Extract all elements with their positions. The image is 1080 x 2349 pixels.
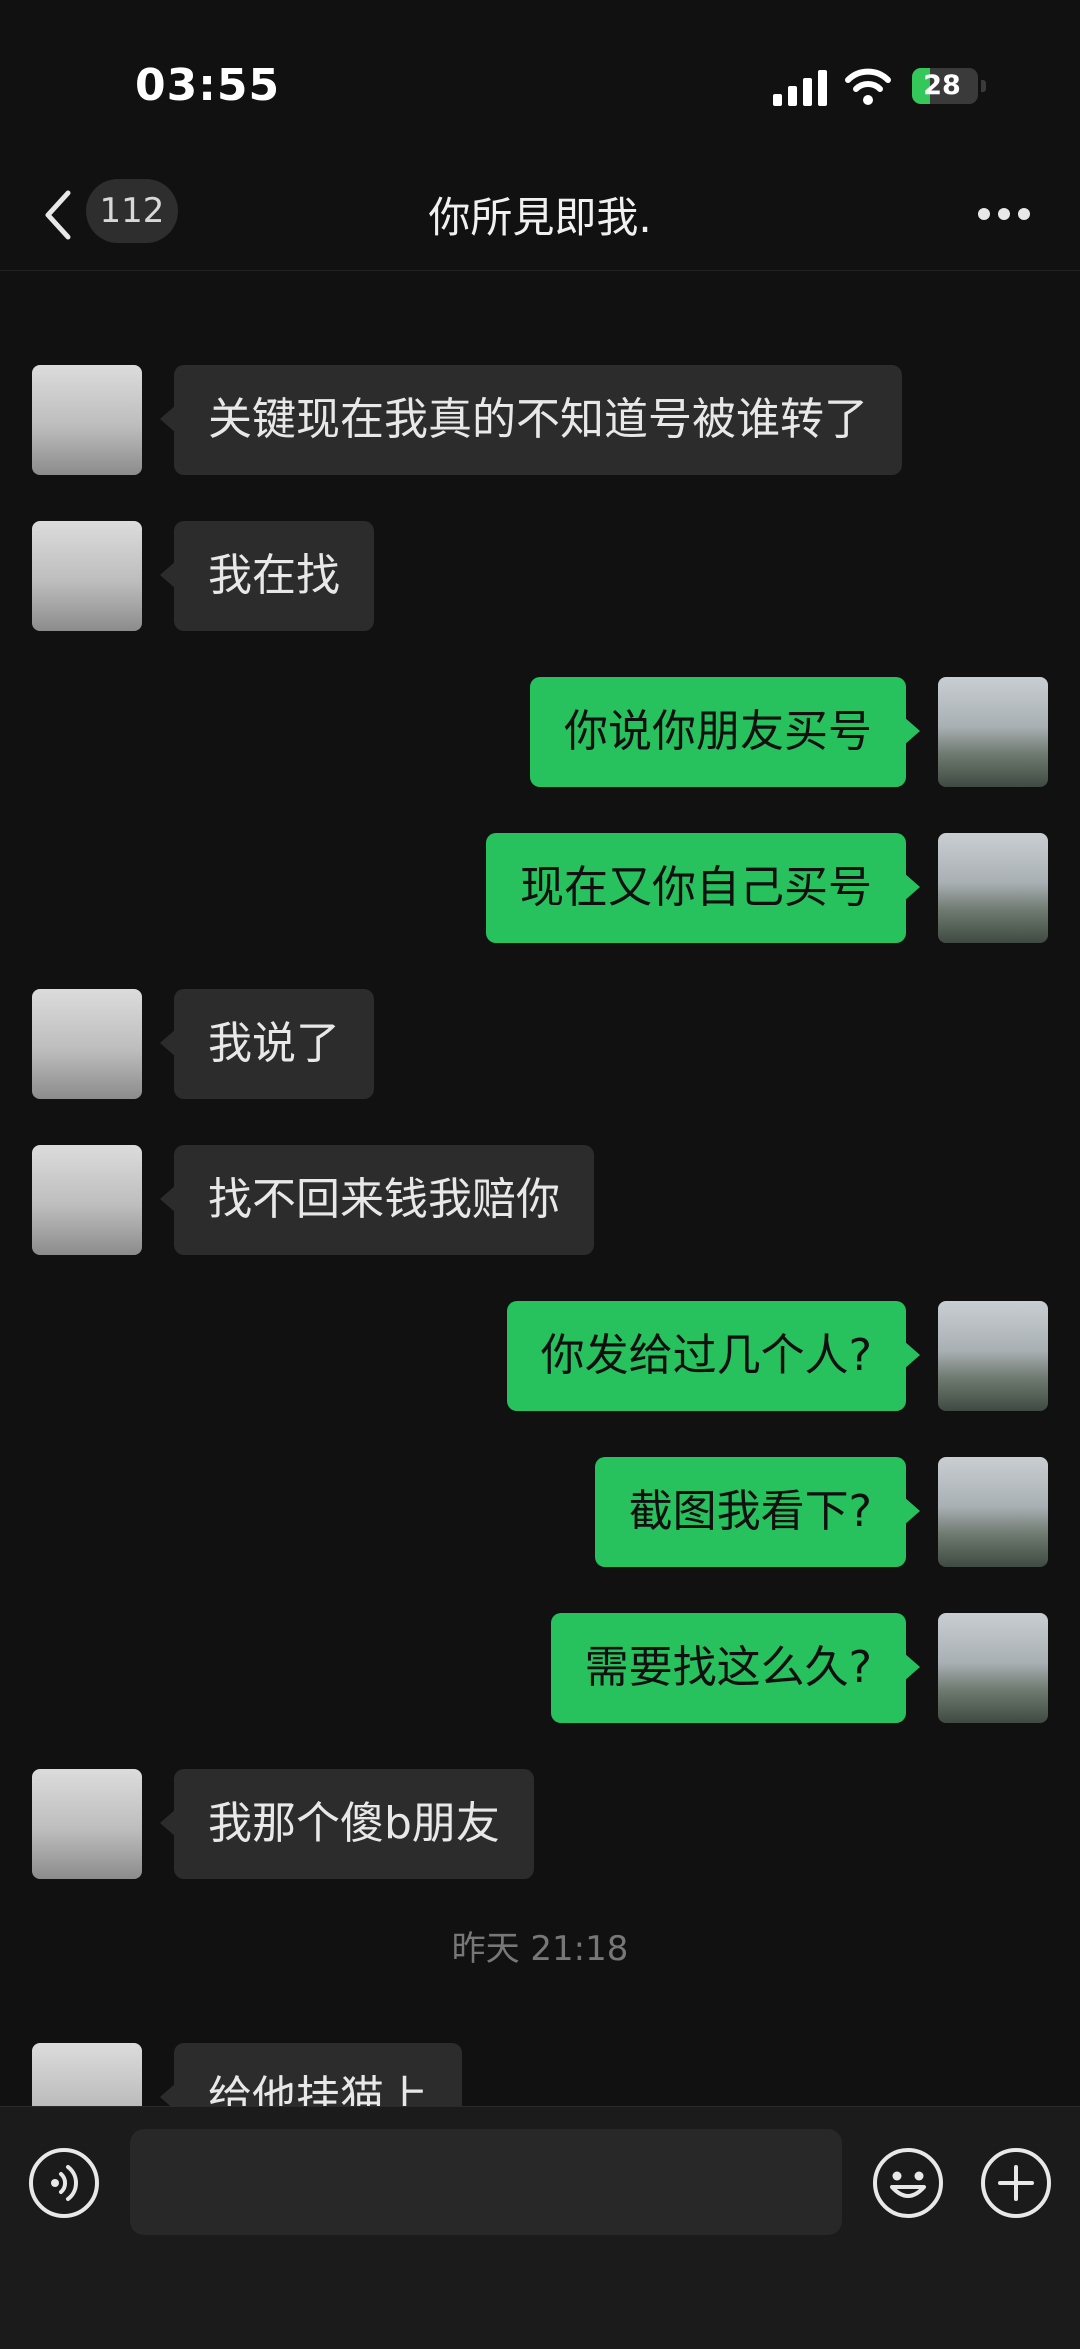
plus-icon[interactable] bbox=[980, 2147, 1052, 2219]
outgoing-message-bubble[interactable]: 你发给过几个人? bbox=[506, 1301, 921, 1411]
battery-tip bbox=[981, 80, 986, 92]
battery-icon: 28 bbox=[912, 68, 978, 104]
incoming-message-bubble[interactable]: 找不回来钱我赔你 bbox=[160, 1145, 594, 1255]
message-row: 你说你朋友买号 bbox=[0, 677, 1080, 787]
message-row: 我在找 bbox=[0, 521, 1080, 631]
message-row: 给他挂猫上 bbox=[0, 2043, 1080, 2106]
voice-input-icon[interactable] bbox=[28, 2147, 100, 2219]
chat-title: 你所見即我. bbox=[428, 193, 652, 242]
contact-avatar[interactable] bbox=[32, 1769, 142, 1879]
battery-percentage: 28 bbox=[923, 70, 961, 101]
outgoing-message-bubble[interactable]: 截图我看下? bbox=[594, 1457, 921, 1567]
outgoing-message-bubble[interactable]: 你说你朋友买号 bbox=[530, 677, 920, 787]
message-row: 我那个傻b朋友 bbox=[0, 1769, 1080, 1879]
status-time: 03:55 bbox=[135, 60, 281, 111]
incoming-message-bubble[interactable]: 关键现在我真的不知道号被谁转了 bbox=[160, 365, 902, 475]
incoming-message-bubble[interactable]: 我说了 bbox=[160, 989, 374, 1099]
message-input[interactable] bbox=[130, 2129, 842, 2235]
my-avatar[interactable] bbox=[938, 1613, 1048, 1723]
my-avatar[interactable] bbox=[938, 1301, 1048, 1411]
contact-avatar[interactable] bbox=[32, 365, 142, 475]
contact-avatar[interactable] bbox=[32, 521, 142, 631]
message-row: 我说了 bbox=[0, 989, 1080, 1099]
status-bar: 03:55 28 bbox=[0, 0, 1080, 160]
incoming-message-bubble[interactable]: 给他挂猫上 bbox=[160, 2043, 462, 2106]
chat-header: 112 你所見即我. bbox=[0, 160, 1080, 271]
more-options-icon[interactable] bbox=[978, 208, 1030, 222]
outgoing-message-bubble[interactable]: 需要找这么久? bbox=[550, 1613, 921, 1723]
my-avatar[interactable] bbox=[938, 677, 1048, 787]
emoji-icon[interactable] bbox=[872, 2147, 944, 2219]
my-avatar[interactable] bbox=[938, 833, 1048, 943]
cellular-signal-icon bbox=[773, 70, 829, 106]
incoming-message-bubble[interactable]: 我那个傻b朋友 bbox=[160, 1769, 534, 1879]
message-timestamp: 昨天 21:18 bbox=[451, 1929, 629, 1969]
incoming-message-bubble[interactable]: 我在找 bbox=[160, 521, 374, 631]
message-row: 截图我看下? bbox=[0, 1457, 1080, 1567]
message-row: 现在又你自己买号 bbox=[0, 833, 1080, 943]
message-list[interactable]: 转回来兄弟关键现在我真的不知道号被谁转了我在找你说你朋友买号现在又你自己买号我说… bbox=[0, 271, 1080, 2106]
outgoing-message-bubble[interactable]: 现在又你自己买号 bbox=[486, 833, 920, 943]
message-row: 你发给过几个人? bbox=[0, 1301, 1080, 1411]
message-row: 需要找这么久? bbox=[0, 1613, 1080, 1723]
wifi-icon bbox=[845, 68, 891, 105]
contact-avatar[interactable] bbox=[32, 989, 142, 1099]
contact-avatar[interactable] bbox=[32, 1145, 142, 1255]
message-row: 关键现在我真的不知道号被谁转了 bbox=[0, 365, 1080, 475]
my-avatar[interactable] bbox=[938, 1457, 1048, 1567]
contact-avatar[interactable] bbox=[32, 2043, 142, 2106]
message-row: 找不回来钱我赔你 bbox=[0, 1145, 1080, 1255]
input-bar bbox=[0, 2106, 1080, 2349]
